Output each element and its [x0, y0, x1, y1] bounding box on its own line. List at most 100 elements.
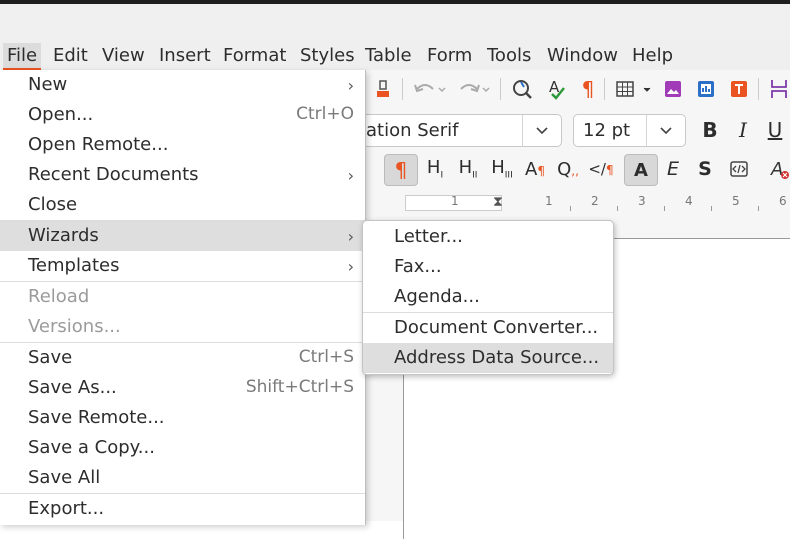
emphasis-button[interactable]: E [658, 154, 688, 184]
chevron-right-icon: › [347, 76, 354, 95]
menu-item-export[interactable]: Export... [0, 494, 365, 524]
submenu-item-letter[interactable]: Letter... [363, 222, 613, 252]
preformatted-text-icon[interactable]: </¶ [586, 154, 616, 184]
ruler-number: 3 [638, 194, 646, 208]
menu-form[interactable]: Form [427, 45, 472, 66]
menu-item-open[interactable]: Open... Ctrl+O [0, 100, 365, 130]
ruler-tick [570, 206, 571, 211]
menu-item-save-as[interactable]: Save As... Shift+Ctrl+S [0, 373, 365, 403]
page-break-icon[interactable] [764, 74, 790, 104]
ruler-tick [711, 206, 712, 211]
toolbar-separator [402, 78, 403, 100]
menu-item-label: Wizards [28, 225, 99, 246]
menu-item-save-remote[interactable]: Save Remote... [0, 403, 365, 433]
menu-item-new[interactable]: New › [0, 70, 365, 100]
strong-emphasis-button[interactable]: S [690, 154, 720, 184]
shortcut-label: Ctrl+S [298, 347, 354, 367]
italic-button[interactable]: I [728, 115, 758, 145]
redo-icon[interactable] [452, 74, 494, 104]
menu-item-save-all[interactable]: Save All [0, 463, 365, 493]
insert-table-icon[interactable] [612, 74, 656, 104]
submenu-item-label: Document Converter... [394, 317, 599, 338]
menu-tools[interactable]: Tools [487, 45, 531, 66]
ruler-number: 6 [779, 194, 787, 208]
menu-bar: File Edit View Insert Format Styles Tabl… [0, 40, 790, 70]
submenu-item-agenda[interactable]: Agenda... [363, 282, 613, 312]
menu-edit[interactable]: Edit [53, 45, 88, 66]
menu-view[interactable]: View [102, 45, 145, 66]
find-replace-icon[interactable] [507, 74, 537, 104]
chevron-right-icon: › [347, 227, 354, 246]
ruler-number: 1 [451, 194, 459, 208]
bold-button[interactable]: B [695, 115, 725, 145]
heading-1-icon[interactable]: HI [420, 154, 450, 184]
indent-marker-icon[interactable]: ⧗ [493, 194, 503, 210]
toolbar-separator [500, 78, 501, 100]
undo-icon[interactable] [408, 74, 450, 104]
menu-item-label: Reload [28, 286, 90, 307]
ruler-tick [617, 206, 618, 211]
menu-item-close[interactable]: Close [0, 190, 365, 220]
default-character-button[interactable]: A [624, 154, 658, 186]
menu-table[interactable]: Table [365, 45, 412, 66]
menu-window[interactable]: Window [547, 45, 618, 66]
submenu-item-label: Letter... [394, 226, 463, 247]
menu-item-save-copy[interactable]: Save a Copy... [0, 433, 365, 463]
menu-format[interactable]: Format [223, 45, 286, 66]
submenu-item-fax[interactable]: Fax... [363, 252, 613, 282]
insert-chart-icon[interactable] [691, 74, 721, 104]
chevron-down-icon[interactable] [522, 115, 561, 146]
toolbar-separator [604, 78, 605, 100]
menu-item-wizards[interactable]: Wizards › [0, 221, 365, 251]
menu-item-label: Save All [28, 467, 101, 488]
menu-item-recent-documents[interactable]: Recent Documents › [0, 160, 365, 190]
clone-formatting-icon[interactable] [369, 74, 399, 104]
menu-insert[interactable]: Insert [159, 45, 211, 66]
menu-styles[interactable]: Styles [300, 45, 355, 66]
svg-text:A: A [770, 159, 783, 180]
wizards-submenu: Letter... Fax... Agenda... Document Conv… [362, 220, 614, 375]
submenu-item-label: Fax... [394, 256, 442, 277]
menu-item-label: Save [28, 347, 73, 368]
menu-item-label: Recent Documents [28, 164, 199, 185]
menu-item-open-remote[interactable]: Open Remote... [0, 130, 365, 160]
chevron-right-icon: › [347, 257, 354, 276]
heading-3-icon[interactable]: HIII [487, 154, 517, 184]
insert-text-box-icon[interactable] [724, 74, 754, 104]
menu-item-label: Open... [28, 104, 94, 125]
menu-item-templates[interactable]: Templates › [0, 251, 365, 281]
formatting-marks-icon[interactable]: ¶ [573, 74, 603, 104]
submenu-item-address-data-source[interactable]: Address Data Source... [363, 343, 613, 373]
quotation-icon[interactable]: Q,, [553, 154, 583, 184]
font-size-box[interactable]: 12 pt [573, 114, 686, 147]
paragraph-style-button[interactable]: ¶ [384, 154, 418, 186]
ruler-number: 4 [685, 194, 693, 208]
source-text-icon[interactable] [724, 154, 754, 184]
heading-2-icon[interactable]: HII [453, 154, 483, 184]
file-menu: New › Open... Ctrl+O Open Remote... Rece… [0, 70, 366, 525]
toolbar-separator [758, 78, 759, 100]
menu-item-save[interactable]: Save Ctrl+S [0, 343, 365, 373]
horizontal-ruler[interactable]: 1 ⧗ 1 2 3 4 5 6 [365, 192, 790, 214]
underline-button[interactable]: U [760, 115, 790, 145]
menu-item-reload: Reload [0, 282, 365, 312]
clear-formatting-icon[interactable]: A [764, 154, 790, 184]
ruler-number: 2 [591, 194, 599, 208]
menu-item-label: Versions... [28, 316, 121, 337]
font-size-value: 12 pt [583, 120, 631, 141]
menu-item-label: New [28, 74, 68, 95]
insert-image-icon[interactable] [658, 74, 688, 104]
chevron-down-icon[interactable] [646, 115, 685, 146]
spelling-icon[interactable]: A [542, 74, 572, 104]
ruler-tick [758, 206, 759, 211]
shortcut-label: Ctrl+O [296, 104, 354, 124]
font-name-box[interactable]: ation Serif [340, 114, 562, 147]
menu-item-label: Close [28, 194, 78, 215]
text-body-icon[interactable]: A¶ [520, 154, 550, 184]
font-name-value: ation Serif [366, 120, 459, 141]
chevron-right-icon: › [347, 166, 354, 185]
menu-file[interactable]: File [3, 43, 42, 70]
menu-item-label: Save As... [28, 377, 117, 398]
menu-help[interactable]: Help [632, 45, 673, 66]
submenu-item-document-converter[interactable]: Document Converter... [363, 313, 613, 343]
